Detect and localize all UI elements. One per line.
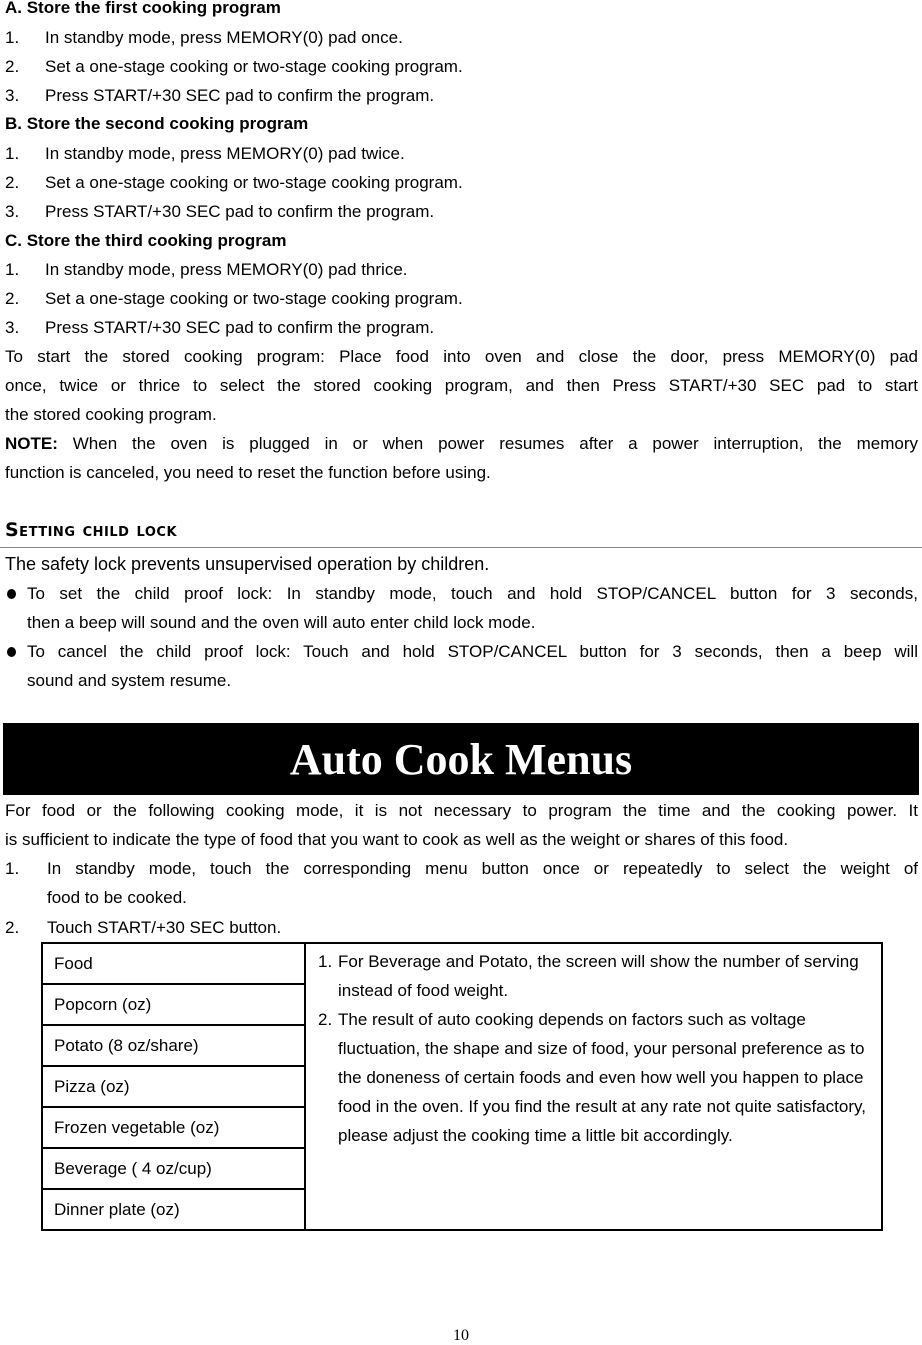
step-number: 2. <box>5 57 20 76</box>
step-text: Set a one-stage cooking or two-stage coo… <box>45 289 463 308</box>
note-text: For Beverage and Potato, the screen will… <box>338 952 859 1000</box>
step-number: 1. <box>5 28 20 47</box>
note-line-1: NOTE: When the oven is plugged in or whe… <box>5 434 918 454</box>
program-b-step-3: 3. Press START/+30 SEC pad to confirm th… <box>0 202 922 222</box>
step-number: 2. <box>5 918 20 937</box>
step-number: 1. <box>5 144 20 163</box>
step-text: Press START/+30 SEC pad to confirm the p… <box>45 318 435 337</box>
note-item-2: 2. The result of auto cooking depends on… <box>318 1005 883 1150</box>
note-text: When the oven is plugged in or when powe… <box>72 434 918 453</box>
step-text-line-1: In standby mode, touch the corresponding… <box>47 859 918 878</box>
bullet-icon <box>7 647 16 657</box>
step-number: 3. <box>5 202 20 221</box>
program-a-step-1: 1. In standby mode, press MEMORY(0) pad … <box>0 28 922 48</box>
child-lock-cancel-line-1: To cancel the child proof lock: Touch an… <box>27 642 918 661</box>
table-row: Food 1. For Beverage and Potato, the scr… <box>41 942 883 1231</box>
food-cell-header: Food <box>41 942 306 985</box>
child-lock-set-line-2: then a beep will sound and the oven will… <box>27 613 536 632</box>
step-text: In standby mode, press MEMORY(0) pad twi… <box>45 144 405 163</box>
start-stored-line-1: To start the stored cooking program: Pla… <box>5 347 918 366</box>
program-b-step-1: 1. In standby mode, press MEMORY(0) pad … <box>0 144 922 164</box>
program-b-step-2: 2. Set a one-stage cooking or two-stage … <box>0 173 922 193</box>
auto-cook-intro-line-1: For food or the following cooking mode, … <box>5 801 918 820</box>
step-text: Touch START/+30 SEC button. <box>47 918 282 937</box>
food-cell: Popcorn (oz) <box>41 983 306 1026</box>
note-number: 2. <box>318 1010 333 1029</box>
child-lock-set-line-1: To set the child proof lock: In standby … <box>27 584 918 603</box>
step-text: In standby mode, press MEMORY(0) pad onc… <box>45 28 403 47</box>
program-a-step-3: 3. Press START/+30 SEC pad to confirm th… <box>0 86 922 106</box>
note-text: The result of auto cooking depends on fa… <box>338 1010 866 1145</box>
start-stored-line-2: once, twice or thrice to select the stor… <box>5 376 918 395</box>
step-number: 3. <box>5 318 20 337</box>
step-text: Set a one-stage cooking or two-stage coo… <box>45 57 463 76</box>
child-lock-heading: Setting child lock <box>5 519 178 541</box>
auto-cook-step-2: 2. Touch START/+30 SEC button. <box>0 918 922 938</box>
auto-cook-table: Food 1. For Beverage and Potato, the scr… <box>41 942 883 1231</box>
step-text: Press START/+30 SEC pad to confirm the p… <box>45 86 435 105</box>
note-label: NOTE: <box>5 434 58 453</box>
step-number: 3. <box>5 86 20 105</box>
auto-cook-banner: Auto Cook Menus <box>3 723 919 795</box>
step-number: 2. <box>5 289 20 308</box>
page-number: 10 <box>453 1327 469 1344</box>
notes-cell: 1. For Beverage and Potato, the screen w… <box>304 942 883 1231</box>
child-lock-cancel-line-2: sound and system resume. <box>27 671 232 690</box>
note-number: 1. <box>318 952 333 971</box>
step-text: In standby mode, press MEMORY(0) pad thr… <box>45 260 408 279</box>
section-divider <box>0 547 922 548</box>
auto-cook-step-1: 1. In standby mode, touch the correspond… <box>0 859 922 909</box>
start-stored-line-3: the stored cooking program. <box>5 405 217 424</box>
program-c-step-1: 1. In standby mode, press MEMORY(0) pad … <box>0 260 922 280</box>
step-number: 1. <box>5 859 20 878</box>
auto-cook-intro-line-2: is sufficient to indicate the type of fo… <box>5 830 789 849</box>
step-text: Press START/+30 SEC pad to confirm the p… <box>45 202 435 221</box>
step-number: 2. <box>5 173 20 192</box>
step-number: 1. <box>5 260 20 279</box>
food-cell: Pizza (oz) <box>41 1065 306 1108</box>
food-cell: Dinner plate (oz) <box>41 1188 306 1231</box>
note-item-1: 1. For Beverage and Potato, the screen w… <box>318 947 883 1005</box>
food-cell: Frozen vegetable (oz) <box>41 1106 306 1149</box>
program-c-heading: C. Store the third cooking program <box>5 231 287 250</box>
program-a-step-2: 2. Set a one-stage cooking or two-stage … <box>0 57 922 77</box>
program-a-heading: A. Store the first cooking program <box>5 0 281 17</box>
program-c-step-3: 3. Press START/+30 SEC pad to confirm th… <box>0 318 922 338</box>
bullet-icon <box>7 589 16 599</box>
program-c-step-2: 2. Set a one-stage cooking or two-stage … <box>0 289 922 309</box>
step-text: Set a one-stage cooking or two-stage coo… <box>45 173 463 192</box>
step-text-line-2: food to be cooked. <box>47 888 187 907</box>
note-line-2: function is canceled, you need to reset … <box>5 463 491 482</box>
food-cell: Potato (8 oz/share) <box>41 1024 306 1067</box>
program-b-heading: B. Store the second cooking program <box>5 114 309 133</box>
food-cell: Beverage ( 4 oz/cup) <box>41 1147 306 1190</box>
child-lock-intro: The safety lock prevents unsupervised op… <box>5 554 490 574</box>
